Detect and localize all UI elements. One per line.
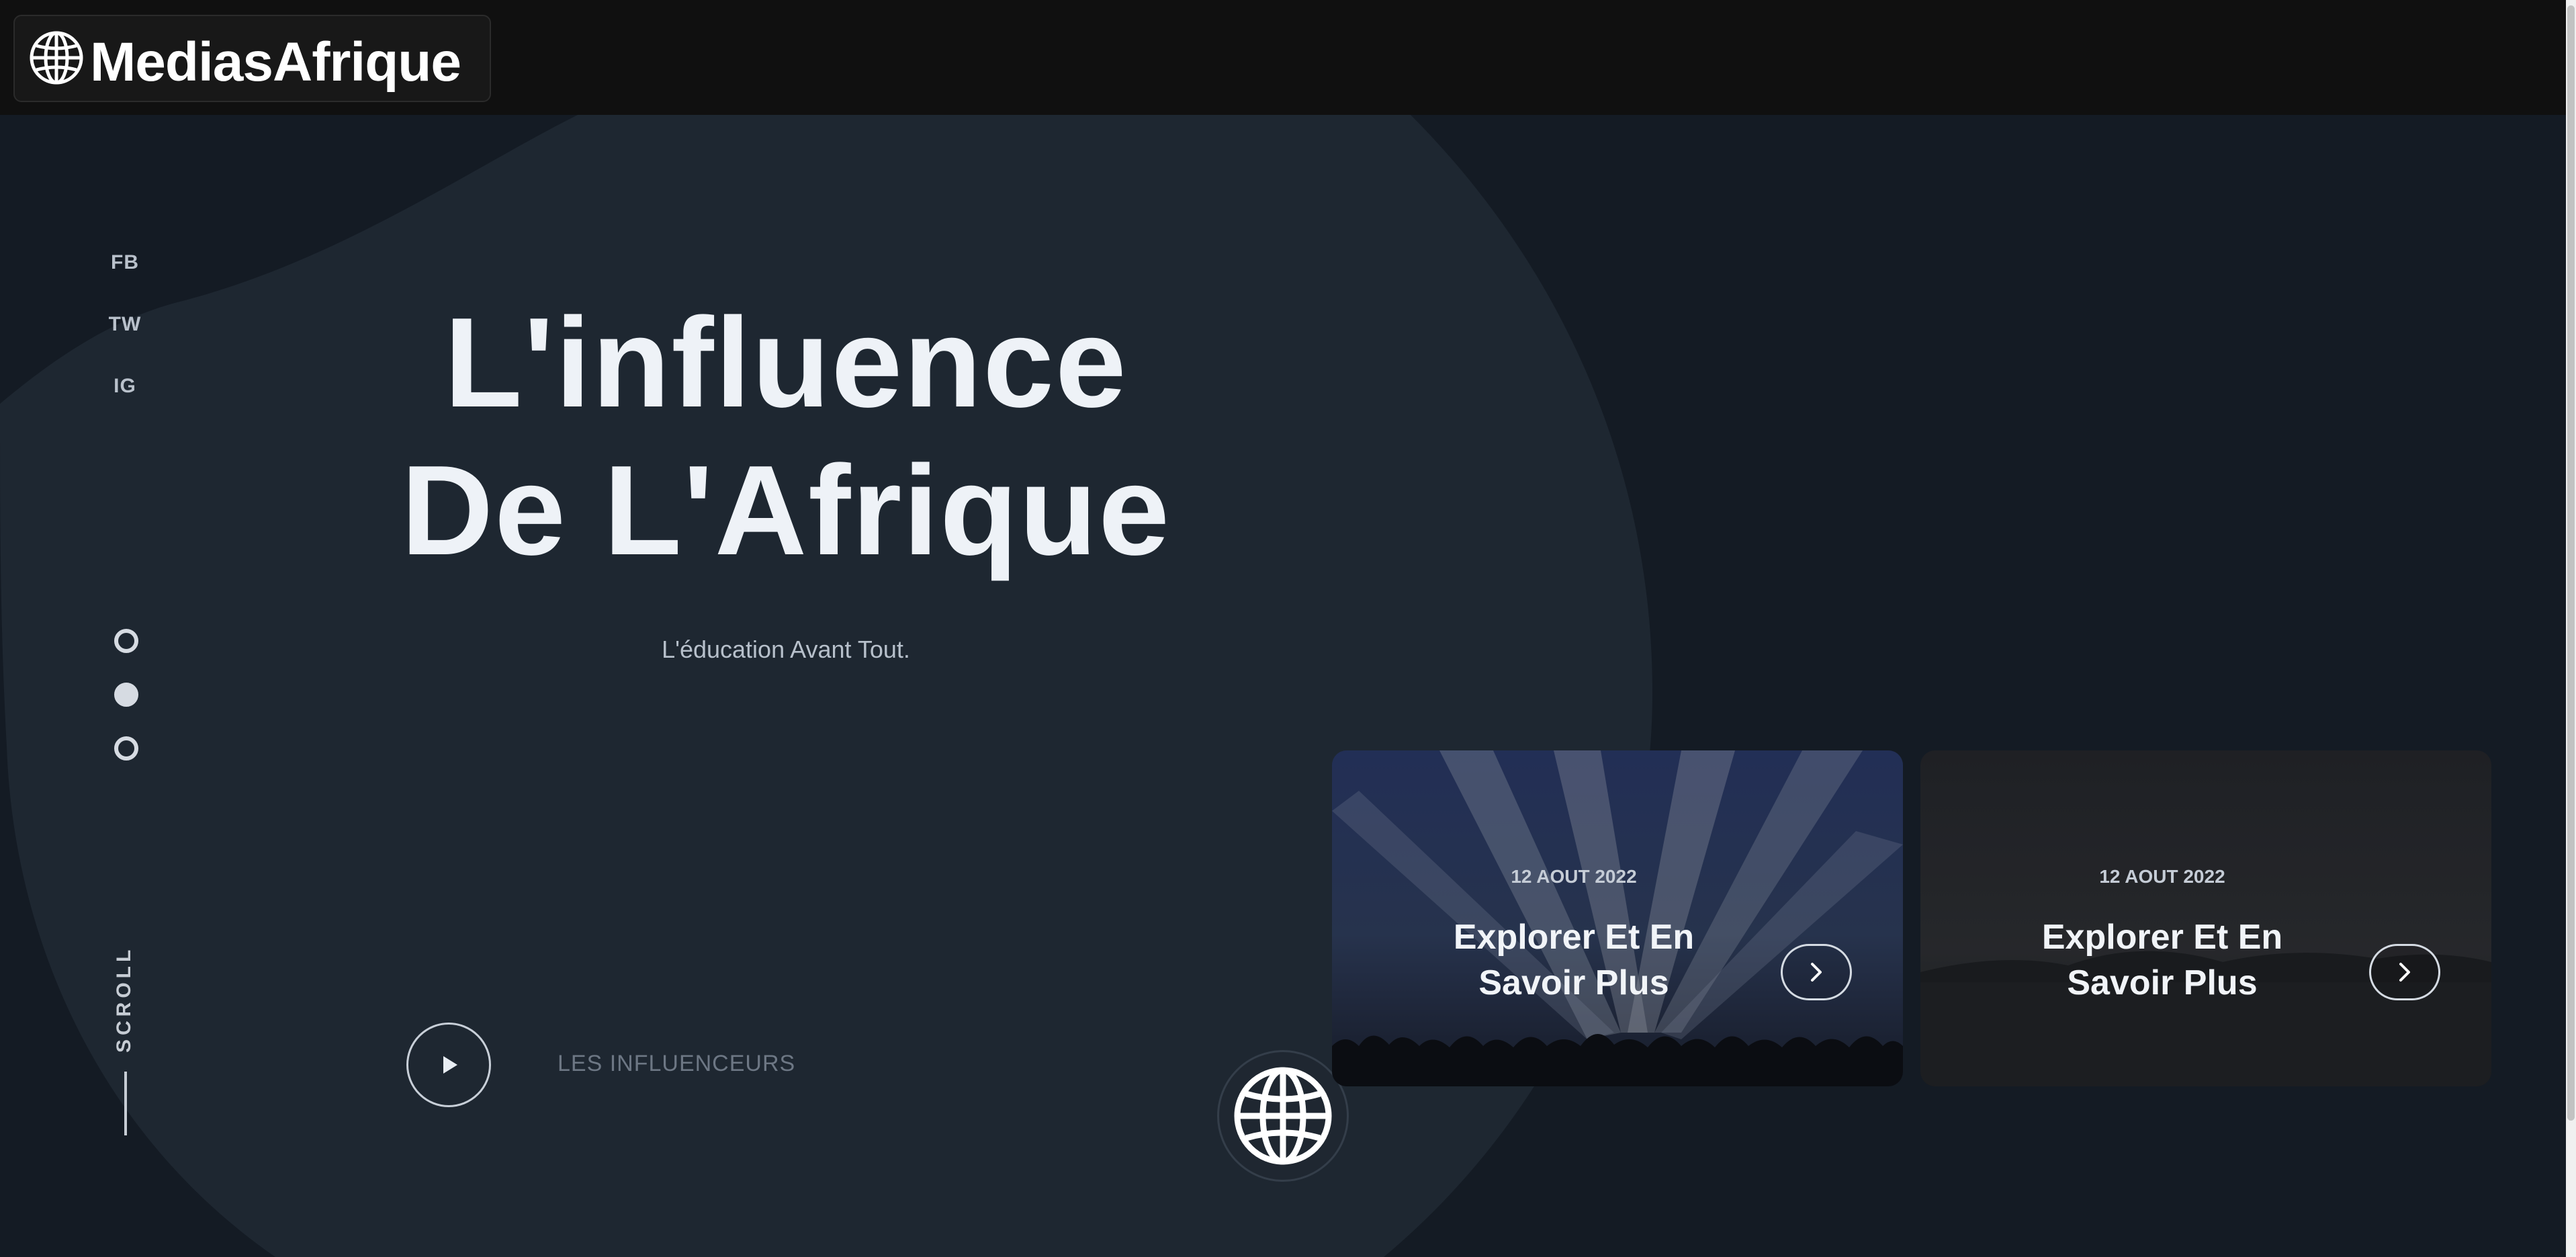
play-icon bbox=[443, 1056, 457, 1074]
article-card-2[interactable]: 12 AOUT 2022 Explorer Et En Savoir Plus bbox=[1920, 750, 2491, 1086]
card-date: 12 AOUT 2022 bbox=[2099, 866, 2225, 887]
social-link-ig[interactable]: IG bbox=[114, 375, 136, 398]
card-title-line-1: Explorer Et En bbox=[1453, 918, 1695, 957]
card-title: Explorer Et En Savoir Plus bbox=[1332, 914, 1816, 1006]
slider-dot-2[interactable] bbox=[114, 683, 138, 707]
hero-title-line-2: De L'Afrique bbox=[401, 439, 1171, 582]
globe-icon bbox=[1234, 1067, 1332, 1165]
social-link-fb[interactable]: FB bbox=[111, 251, 139, 274]
slider-dots bbox=[113, 629, 140, 761]
scroll-indicator[interactable]: SCROLL bbox=[111, 945, 140, 1135]
card-date: 12 AOUT 2022 bbox=[1511, 866, 1637, 887]
play-button[interactable] bbox=[406, 1023, 491, 1107]
page-scrollbar[interactable] bbox=[2566, 0, 2576, 1257]
slider-dot-3[interactable] bbox=[114, 736, 138, 761]
article-card-1[interactable]: 12 AOUT 2022 Explorer Et En Savoir Plus bbox=[1332, 750, 1903, 1086]
card-arrow-button[interactable] bbox=[2369, 944, 2440, 1000]
card-title-line-2: Savoir Plus bbox=[2067, 963, 2258, 1002]
slider-dot-1[interactable] bbox=[114, 629, 138, 653]
hero-title-line-1: L'influence bbox=[444, 292, 1128, 434]
brand-name: MediasAfrique bbox=[90, 32, 461, 93]
globe-icon bbox=[28, 30, 85, 86]
social-links: FB TW IG bbox=[101, 251, 149, 398]
chevron-right-icon bbox=[2399, 963, 2410, 982]
brand-logo[interactable]: MediasAfrique bbox=[13, 15, 491, 102]
scrollbar-thumb[interactable] bbox=[2567, 5, 2575, 1121]
card-title-line-2: Savoir Plus bbox=[1478, 963, 1669, 1002]
chevron-right-icon bbox=[1811, 963, 1822, 982]
influencers-link[interactable]: LES INFLUENCEURS bbox=[558, 1051, 795, 1077]
social-link-tw[interactable]: TW bbox=[109, 313, 142, 336]
card-title-line-1: Explorer Et En bbox=[2041, 918, 2283, 957]
top-header: MediasAfrique bbox=[0, 0, 2576, 115]
hero-subtitle: L'éducation Avant Tout. bbox=[662, 636, 910, 663]
hero-title: L'influence De L'Afrique bbox=[296, 289, 1276, 584]
center-globe-badge[interactable] bbox=[1217, 1050, 1349, 1182]
card-title: Explorer Et En Savoir Plus bbox=[1920, 914, 2404, 1006]
scroll-line bbox=[124, 1072, 127, 1135]
card-arrow-button[interactable] bbox=[1781, 944, 1852, 1000]
scroll-label: SCROLL bbox=[113, 945, 135, 1053]
